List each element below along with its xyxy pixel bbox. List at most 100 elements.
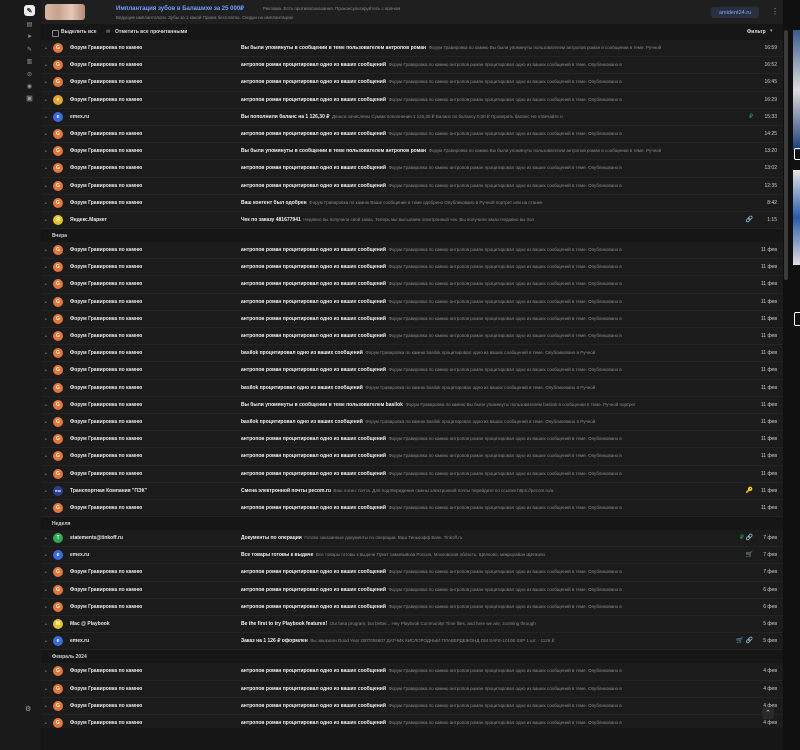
unread-dot-icon[interactable]: • [45,570,47,576]
avatar[interactable]: G [53,717,63,728]
ad-image[interactable] [793,170,800,265]
message-row[interactable]: • G Форум Гравировка по камню антропов рома… [41,276,783,294]
select-all-button[interactable]: Выделить все [61,29,97,35]
ad-domain-button[interactable]: amident24.ru [711,7,760,18]
avatar[interactable]: G [53,468,63,479]
avatar[interactable]: G [53,331,63,341]
avatar[interactable]: G [53,296,63,307]
message-row[interactable]: • G Форум Гравировка по камню антропов рома… [41,499,783,518]
unread-dot-icon[interactable]: • [45,437,47,443]
unread-dot-icon[interactable]: • [45,687,47,693]
chevron-down-icon[interactable]: ▾ [770,28,773,34]
message-row[interactable]: • G Форум Гравировка по камню антропов рома… [41,259,783,277]
avatar[interactable]: G [53,700,63,711]
message-row[interactable]: • G Форум Гравировка по камню антропов рома… [41,328,783,346]
avatar[interactable]: G [53,262,63,273]
message-row[interactable]: • ПЭК Транспортная Компания "ПЭК" Смена эле… [41,482,783,500]
message-row[interactable]: • G Форум Гравировка по камню антропов рома… [41,431,783,449]
avatar[interactable]: G [53,313,63,324]
trash-icon[interactable]: ◉ [26,83,33,90]
unread-dot-icon[interactable]: • [45,669,47,675]
avatar[interactable]: e [53,550,63,561]
unread-dot-icon[interactable]: • [45,639,47,645]
ad-image[interactable] [45,4,85,20]
unread-dot-icon[interactable]: • [45,489,47,495]
unread-dot-icon[interactable]: • [45,184,47,190]
ad-button[interactable] [794,312,800,326]
unread-dot-icon[interactable]: • [45,282,47,288]
unread-dot-icon[interactable]: • [45,553,47,559]
avatar[interactable]: G [53,245,63,256]
avatar[interactable]: G [53,43,63,53]
message-row[interactable]: • G Форум Гравировка по камню антропов рома… [41,598,783,616]
message-row[interactable]: • G Форум Гравировка по камню антропов рома… [41,663,783,681]
message-row[interactable]: • M Mac @ Playbook Be the first to try Play… [41,616,783,634]
unread-dot-icon[interactable]: • [45,115,47,121]
message-row[interactable]: • e emex.ru Заказ на 1 126 ₽ оформлен Вы за… [41,633,783,651]
message-row[interactable]: • G Форум Гравировка по камню антропов рома… [41,697,783,715]
message-row[interactable]: • G Форум Гравировка по камню антропов рома… [41,57,783,75]
unread-dot-icon[interactable]: • [45,506,47,512]
drafts-icon[interactable]: ✎ [26,46,33,53]
ad-menu-icon[interactable]: ⋮ [771,7,779,16]
avatar[interactable]: G [53,163,63,174]
message-row[interactable]: • G Форум Гравировка по камню basilok проци… [41,345,783,363]
message-row[interactable]: • e emex.ru Все товары готовы к выдаче Все … [41,547,783,565]
message-row[interactable]: • G Форум Гравировка по камню антропов рома… [41,177,783,195]
avatar[interactable]: G [53,365,63,376]
unread-dot-icon[interactable]: • [45,704,47,710]
avatar[interactable]: ПЭК [53,485,63,496]
settings-icon[interactable]: ⚙ [25,705,31,713]
message-row[interactable]: • G Форум Гравировка по камню антропов рома… [41,160,783,178]
ad-title[interactable]: Имплантация зубов в Балашихе за 25 000₽ [116,5,244,12]
message-row[interactable]: • G Форум Гравировка по камню антропов рома… [41,74,783,92]
compose-button[interactable]: ✎ [24,5,35,16]
avatar[interactable]: G [53,348,63,359]
avatar[interactable]: G [53,451,63,462]
scrollbar[interactable] [784,30,788,280]
message-row[interactable]: • G Форум Гравировка по камню антропов рома… [41,310,783,328]
folder-icon[interactable]: ▣ [26,95,33,103]
message-row[interactable]: • Я Яндекс.Маркет Чек по заказу 481677941 Н… [41,211,783,230]
unread-dot-icon[interactable]: • [45,605,47,611]
message-row[interactable]: • G Форум Гравировка по камню Вы были упомя… [41,40,783,58]
ad-banner[interactable]: Имплантация зубов в Балашихе за 25 000₽ … [41,0,783,24]
unread-dot-icon[interactable]: • [45,588,47,594]
message-row[interactable]: • G Форум Гравировка по камню антропов рома… [41,465,783,483]
avatar[interactable]: G [53,180,63,191]
avatar[interactable]: G [53,666,63,677]
ad-image[interactable] [793,30,800,150]
unread-dot-icon[interactable]: • [45,472,47,478]
unread-dot-icon[interactable]: • [45,248,47,254]
message-row[interactable]: • G Форум Гравировка по камню basilok проци… [41,379,783,397]
unread-dot-icon[interactable]: • [45,63,47,69]
avatar[interactable]: G [53,279,63,290]
unread-dot-icon[interactable]: • [45,721,47,727]
message-row[interactable]: • G Форум Гравировка по камню Ваш контент б… [41,194,783,212]
avatar[interactable]: e [53,636,63,647]
mark-all-read-button[interactable]: Отметить все прочитанными [115,29,187,35]
message-row[interactable]: • G Форум Гравировка по камню антропов рома… [41,448,783,466]
message-row[interactable]: • e Форум Гравировка по камню антропов рома… [41,91,783,109]
message-row[interactable]: • G Форум Гравировка по камню антропов рома… [41,564,783,582]
avatar[interactable]: G [53,434,63,445]
unread-dot-icon[interactable]: • [45,98,47,104]
filter-button[interactable]: Фильтр [747,29,766,35]
message-row[interactable]: • G Форум Гравировка по камню антропов рома… [41,125,783,144]
unread-dot-icon[interactable]: • [45,368,47,374]
unread-dot-icon[interactable]: • [45,622,47,628]
ad-button[interactable] [794,148,800,160]
avatar[interactable]: T [53,533,63,544]
avatar[interactable]: G [53,683,63,694]
avatar[interactable]: Я [53,214,63,225]
unread-dot-icon[interactable]: • [45,334,47,340]
unread-dot-icon[interactable]: • [45,80,47,86]
avatar[interactable]: G [53,567,63,578]
archive-icon[interactable]: ▥ [26,58,33,65]
unread-dot-icon[interactable]: • [45,201,47,207]
spam-icon[interactable]: ⊘ [26,71,33,78]
avatar[interactable]: G [53,146,63,157]
unread-dot-icon[interactable]: • [45,218,47,224]
unread-dot-icon[interactable]: • [45,300,47,306]
avatar[interactable]: e [53,111,63,122]
